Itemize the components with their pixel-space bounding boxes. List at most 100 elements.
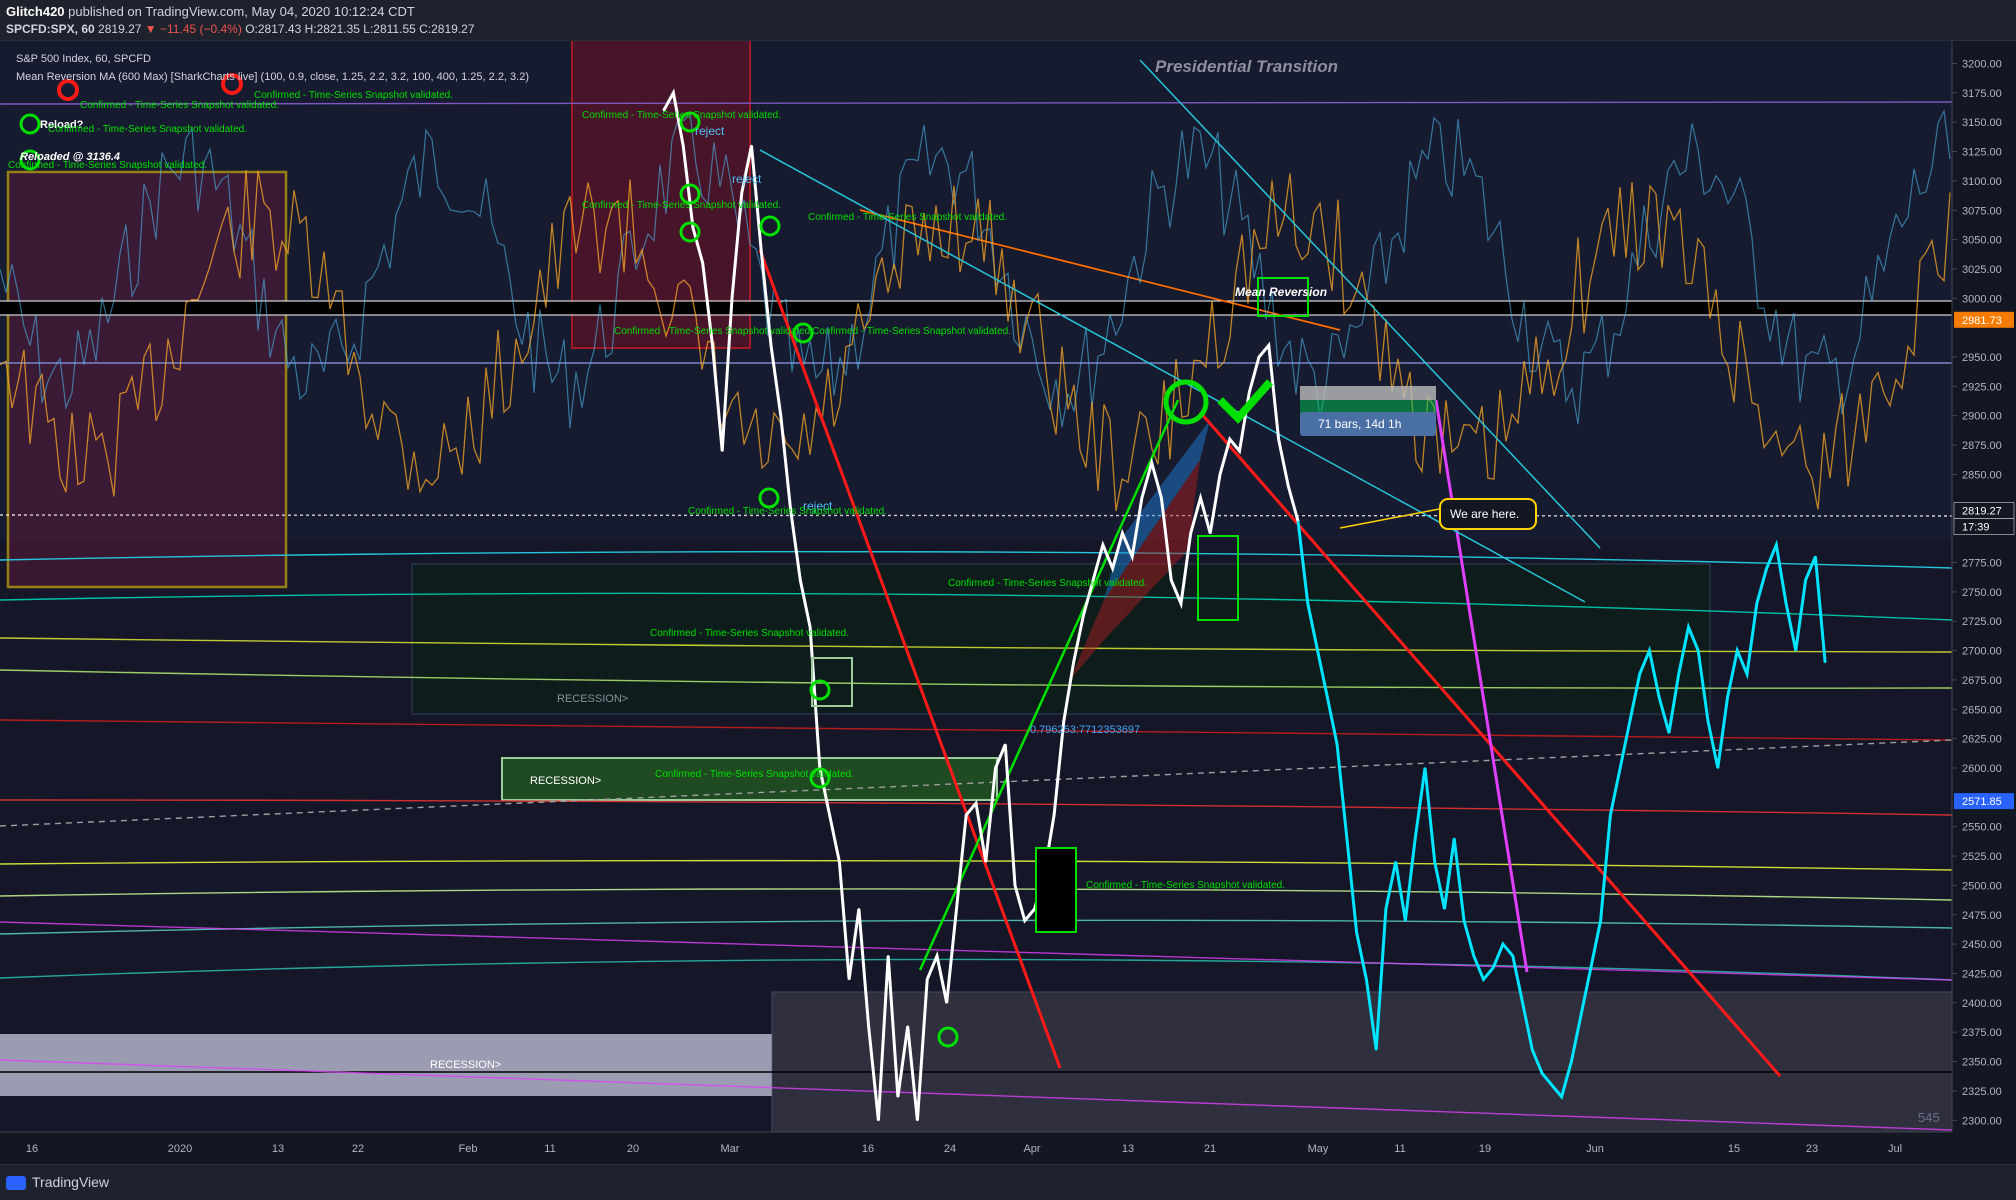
price-tick-label: 2300.00 [1962, 1115, 2002, 1127]
price-tick-label: 3100.00 [1962, 176, 2002, 188]
recession-label-1: RECESSION> [557, 693, 628, 705]
time-tick-label: 16 [26, 1143, 38, 1155]
price-tick-label: 2675.00 [1962, 675, 2002, 687]
we-are-here-label: We are here. [1450, 507, 1519, 521]
yellow-box-left [6, 170, 288, 589]
author-name[interactable]: Glitch420 [6, 4, 65, 19]
symbol-info: SPCFD:SPX, 60 2819.27 ▼ −11.45 (−0.4%) O… [6, 22, 475, 36]
confirmed-note: Confirmed - Time-Series Snapshot validat… [582, 200, 781, 211]
indicator-settings[interactable]: Mean Reversion MA (600 Max) [SharkCharts… [16, 71, 529, 83]
time-axis[interactable] [0, 1132, 2016, 1164]
time-tick-label: 16 [862, 1143, 874, 1155]
time-tick-label: 19 [1479, 1143, 1491, 1155]
projection-point [1316, 649, 1319, 652]
gray-recession-band-right [771, 991, 1952, 1132]
price-tick-label: 2350.00 [1962, 1057, 2002, 1069]
projection-point [1482, 978, 1485, 981]
price-tag-label: 2571.85 [1962, 796, 2002, 808]
price-point [897, 1095, 899, 1098]
price-point [1258, 356, 1260, 358]
projection-point [1492, 966, 1495, 969]
projection-point [1814, 555, 1817, 558]
projection-point [1658, 696, 1661, 699]
projection-point [1385, 908, 1387, 910]
projection-point [1580, 1013, 1582, 1016]
ohlc-values: O:2817.43 H:2821.35 L:2811.55 C:2819.27 [245, 22, 475, 36]
symbol-label[interactable]: SPCFD:SPX, 60 [6, 22, 95, 36]
price-point [828, 814, 831, 816]
projection-point [1775, 544, 1778, 546]
price-point [672, 91, 675, 94]
projection-point [1755, 602, 1758, 605]
price-tick-label: 2700.00 [1962, 646, 2002, 658]
price-tick-label: 2600.00 [1962, 763, 2002, 775]
time-tick-label: 2020 [168, 1143, 192, 1155]
price-tick-label: 2650.00 [1962, 704, 2002, 716]
time-tick-label: May [1308, 1143, 1329, 1155]
price-tick-label: 2375.00 [1962, 1027, 2002, 1039]
gray-recession-band-left [0, 1034, 772, 1096]
tradingview-logo[interactable]: TradingView [6, 1174, 109, 1191]
confirmed-note: Confirmed - Time-Series Snapshot validat… [1086, 880, 1285, 891]
watermark: 545 [1918, 1110, 1940, 1125]
mean-reversion-label: Mean Reversion [1235, 285, 1327, 299]
recession-label-3: RECESSION> [430, 1059, 501, 1071]
time-tick-label: 20 [627, 1143, 639, 1155]
price-point [965, 814, 968, 816]
time-tick-label: 13 [272, 1143, 284, 1155]
price-point [779, 414, 782, 417]
confirmed-note: Confirmed - Time-Series Snapshot validat… [8, 160, 207, 171]
price-point [1023, 919, 1026, 922]
price-tick-label: 2750.00 [1962, 587, 2002, 599]
price-point [984, 861, 987, 863]
projection-point [1375, 1048, 1378, 1051]
time-tick-label: 13 [1122, 1143, 1134, 1155]
price-point [1053, 814, 1055, 816]
chart-header: Glitch420 published on TradingView.com, … [0, 0, 2016, 41]
price-tick-label: 2475.00 [1962, 910, 2002, 922]
change-arrow: ▼ [144, 22, 157, 36]
projection-point [1570, 1060, 1573, 1063]
price-point [936, 955, 938, 957]
price-point [721, 450, 724, 452]
confirmed-note: Confirmed - Time-Series Snapshot validat… [254, 90, 453, 101]
confirmed-note: Confirmed - Time-Series Snapshot validat… [48, 124, 247, 135]
projection-point [1560, 1095, 1563, 1098]
price-point [955, 908, 958, 910]
price-point [1102, 544, 1104, 546]
projection-point [1463, 919, 1465, 922]
projection-point [1677, 673, 1680, 675]
price-tag-label: 2819.27 [1962, 506, 2002, 518]
chart-canvas[interactable]: Presidential Transition Mean Reversion 7… [0, 40, 2016, 1164]
projection-point [1336, 743, 1338, 746]
price-point [1131, 555, 1134, 558]
price-point [1219, 473, 1221, 476]
confirmed-note: Confirmed - Time-Series Snapshot validat… [808, 212, 1007, 223]
indicator-title[interactable]: S&P 500 Index, 60, SPCFD [16, 53, 151, 65]
projection-point [1511, 955, 1514, 957]
price-tick-label: 3025.00 [1962, 264, 2002, 276]
projection-point [1707, 720, 1709, 722]
price-tag-label: 2981.73 [1962, 315, 2002, 327]
confirmed-note: Confirmed - Time-Series Snapshot validat… [655, 769, 854, 780]
price-point [1141, 497, 1143, 499]
price-point [1160, 497, 1163, 499]
projection-point [1785, 602, 1787, 605]
price-point [1248, 391, 1251, 394]
price-point [1170, 579, 1173, 581]
price-point [887, 955, 890, 957]
price-point [994, 767, 997, 769]
projection-point [1794, 649, 1797, 652]
projection-point [1394, 861, 1397, 863]
projection-point [1697, 649, 1700, 652]
price-tick-label: 2500.00 [1962, 880, 2002, 892]
projection-point [1346, 837, 1348, 840]
time-tick-label: 23 [1806, 1143, 1818, 1155]
black-level-band [0, 301, 1952, 315]
price-point [1199, 497, 1202, 499]
projection-point [1531, 1048, 1534, 1051]
price-point [867, 1025, 870, 1028]
confirmed-note: Confirmed - Time-Series Snapshot validat… [948, 578, 1147, 589]
price-tick-label: 3075.00 [1962, 205, 2002, 217]
confirmed-note: Confirmed - Time-Series Snapshot validat… [582, 110, 781, 121]
